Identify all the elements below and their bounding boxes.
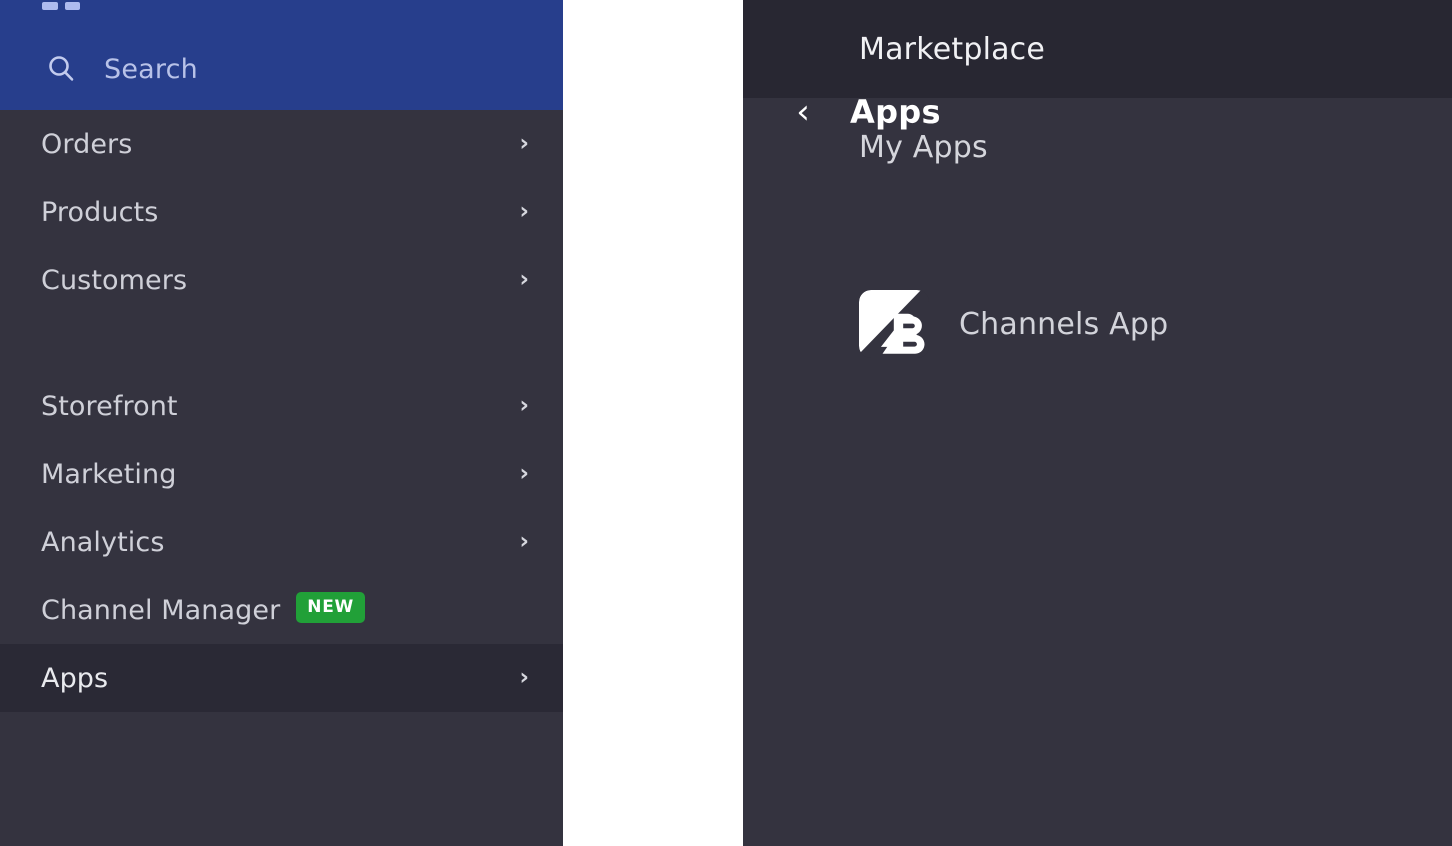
panel-item-marketplace[interactable]: Marketplace xyxy=(743,0,1452,98)
sidebar-header: Search xyxy=(0,0,563,110)
grid-dot xyxy=(64,1,80,10)
sidebar-item-label: Channel Manager xyxy=(41,594,281,626)
bigcommerce-logo-icon xyxy=(859,290,929,358)
sidebar-item-orders[interactable]: Orders › xyxy=(0,110,563,178)
sidebar-item-label: Customers xyxy=(41,264,188,296)
chevron-right-icon: › xyxy=(519,392,529,419)
chevron-right-icon: › xyxy=(519,198,529,225)
search-bar[interactable]: Search xyxy=(0,38,563,100)
sidebar-item-channel-manager[interactable]: Channel Manager NEW xyxy=(0,576,563,644)
app-grid-icon[interactable] xyxy=(42,0,80,10)
sidebar-item-label: Storefront xyxy=(41,390,178,422)
panel-item-label: Marketplace xyxy=(859,31,1046,67)
sidebar-item-label-wrap: Channel Manager NEW xyxy=(41,591,365,626)
chevron-right-icon: › xyxy=(519,130,529,157)
sidebar-item-label: Products xyxy=(41,196,159,228)
grid-dot xyxy=(42,1,58,10)
status-badge: NEW xyxy=(296,591,365,623)
chevron-right-icon: › xyxy=(519,460,529,487)
search-input-placeholder: Search xyxy=(104,53,198,85)
sidebar-item-label: Marketing xyxy=(41,458,177,490)
sidebar-item-apps[interactable]: Apps › xyxy=(0,644,563,712)
panel-item-label: Channels App xyxy=(959,306,1169,342)
sidebar-item-marketing[interactable]: Marketing › xyxy=(0,440,563,508)
panel-item-channels-app[interactable]: Channels App xyxy=(743,276,1452,372)
sidebar-item-storefront[interactable]: Storefront › xyxy=(0,372,563,440)
sidebar-group-divider xyxy=(0,314,563,372)
sidebar-item-label: Orders xyxy=(41,128,133,160)
chevron-right-icon: › xyxy=(519,266,529,293)
apps-flyout-panel: ‹ Apps Marketplace My Apps Channels App xyxy=(743,0,1452,846)
sidebar-item-analytics[interactable]: Analytics › xyxy=(0,508,563,576)
sidebar-item-label: Apps xyxy=(41,662,109,694)
sidebar-item-label: Analytics xyxy=(41,526,165,558)
sidebar-item-customers[interactable]: Customers › xyxy=(0,246,563,314)
panel-item-my-apps[interactable]: My Apps xyxy=(743,98,1452,196)
sidebar-nav: Orders › Products › Customers › Storefro… xyxy=(0,110,563,712)
search-icon xyxy=(44,52,78,86)
panel-item-label: My Apps xyxy=(859,129,988,165)
left-sidebar: Search Orders › Products › Customers › S… xyxy=(0,0,563,846)
sidebar-item-products[interactable]: Products › xyxy=(0,178,563,246)
chevron-right-icon: › xyxy=(519,528,529,555)
chevron-right-icon: › xyxy=(519,664,529,691)
